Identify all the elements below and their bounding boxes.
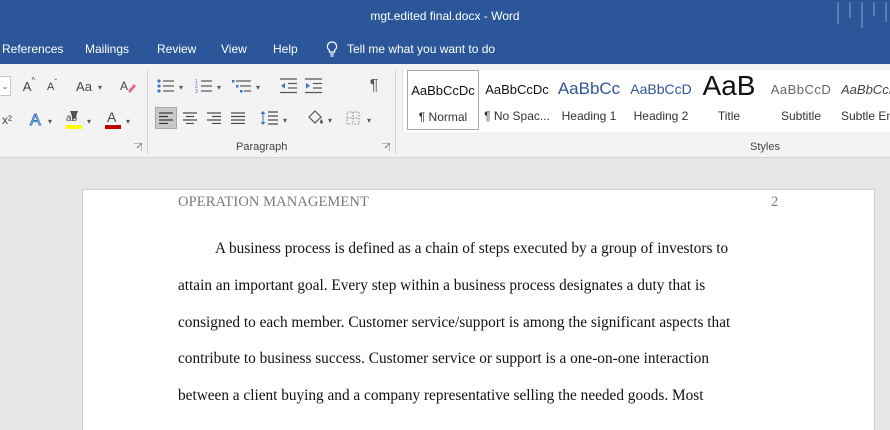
chevron-down-icon[interactable]: ▾: [48, 117, 52, 126]
page-number: 2: [771, 194, 779, 210]
paragraph-group-label: Paragraph: [236, 141, 288, 153]
chevron-down-icon[interactable]: ▾: [98, 83, 102, 92]
shading-icon[interactable]: [305, 108, 325, 128]
align-center-icon[interactable]: [180, 108, 200, 128]
tell-me-text: Tell me what you want to do: [347, 42, 496, 56]
style-title[interactable]: AaB Title: [693, 70, 765, 130]
align-left-icon[interactable]: [155, 107, 177, 129]
change-case-icon[interactable]: Aa: [72, 76, 96, 96]
style-normal[interactable]: AaBbCcDc ¶ Normal: [407, 70, 479, 130]
body-line: between a client buying and a company re…: [178, 387, 704, 404]
style-name: Subtle Em: [841, 109, 890, 123]
body-line: A business process is defined as a chain…: [215, 240, 729, 257]
lightbulb-icon: [326, 41, 338, 57]
chevron-down-icon[interactable]: ▾: [126, 117, 130, 126]
style-subtitle[interactable]: AaBbCcD Subtitle: [765, 70, 837, 130]
title-bar-decoration: [837, 2, 887, 28]
style-subtle-emphasis[interactable]: AaBbCcDc Subtle Em: [839, 70, 890, 130]
style-name: Title: [717, 109, 741, 123]
svg-text:A: A: [30, 112, 41, 128]
document-area: OPERATION MANAGEMENT 2 A business proces…: [0, 158, 890, 430]
style-sample: AaBbCcD: [630, 81, 692, 97]
highlight-icon[interactable]: ab: [64, 108, 84, 130]
line-spacing-icon[interactable]: [259, 108, 279, 128]
ribbon: ⌄ A ^ Aˇ Aa ▾ A x² A ▾ ab ▾ A ▾ ▾ 123 ▾ ▾…: [0, 64, 890, 158]
style-name: ¶ No Spac...: [484, 109, 550, 123]
paragraph-dialog-launcher-icon[interactable]: [382, 143, 390, 151]
svg-text:3: 3: [195, 89, 198, 94]
justify-icon[interactable]: [228, 108, 248, 128]
body-line: consigned to each member. Customer servi…: [178, 314, 731, 331]
tab-help[interactable]: Help: [273, 42, 298, 56]
tab-review[interactable]: Review: [157, 42, 196, 56]
body-line: contribute to business success. Customer…: [178, 350, 710, 367]
style-sample: AaBbCcDc: [841, 82, 890, 97]
ribbon-tabs: References Mailings Review View Help Tel…: [0, 34, 890, 64]
shrink-font-icon[interactable]: Aˇ: [44, 78, 60, 96]
style-name: Heading 2: [633, 109, 689, 123]
grow-font-icon[interactable]: A ^: [20, 76, 38, 96]
tab-view[interactable]: View: [221, 42, 247, 56]
svg-text:A: A: [107, 109, 117, 125]
chevron-down-icon[interactable]: ▾: [328, 116, 332, 125]
tell-me-search[interactable]: Tell me what you want to do: [326, 40, 495, 58]
numbering-icon[interactable]: 123: [195, 76, 213, 96]
chevron-down-icon[interactable]: ▾: [217, 83, 221, 92]
body-line: attain an important goal. Every step wit…: [178, 277, 706, 294]
text-effects-icon[interactable]: A: [28, 108, 46, 130]
group-separator: [395, 70, 396, 154]
style-no-spacing[interactable]: AaBbCcDc ¶ No Spac...: [481, 70, 553, 130]
align-right-icon[interactable]: [204, 108, 224, 128]
style-heading-2[interactable]: AaBbCcD Heading 2: [625, 70, 697, 130]
chevron-down-icon[interactable]: ▾: [367, 116, 371, 125]
styles-group-label: Styles: [750, 141, 780, 153]
style-sample: AaBbCcD: [770, 82, 832, 97]
group-separator: [147, 70, 148, 154]
increase-indent-icon[interactable]: [304, 76, 324, 96]
superscript-icon[interactable]: x²: [0, 110, 14, 130]
style-name: Subtitle: [780, 109, 822, 123]
style-sample: AaBbCcDc: [485, 82, 549, 97]
style-heading-1[interactable]: AaBbCc Heading 1: [553, 70, 625, 130]
style-sample: AaBbCc: [557, 79, 621, 98]
chevron-down-icon[interactable]: ▾: [87, 117, 91, 126]
running-head: OPERATION MANAGEMENT: [178, 194, 369, 210]
chevron-down-icon[interactable]: ▾: [256, 83, 260, 92]
bullets-icon[interactable]: [157, 76, 175, 96]
style-name: ¶ Normal: [418, 110, 468, 124]
font-size-dropdown[interactable]: ⌄: [0, 76, 11, 96]
font-dialog-launcher-icon[interactable]: [134, 143, 142, 151]
chevron-down-icon[interactable]: ▾: [179, 83, 183, 92]
font-color-icon[interactable]: A: [104, 108, 122, 130]
tab-mailings[interactable]: Mailings: [85, 42, 129, 56]
borders-icon[interactable]: [343, 108, 363, 128]
style-sample: AaBbCcDc: [411, 83, 475, 98]
style-name: Heading 1: [561, 109, 617, 123]
style-sample: AaB: [702, 70, 756, 101]
decrease-indent-icon[interactable]: [279, 76, 299, 96]
window-title: mgt.edited final.docx - Word: [370, 9, 520, 23]
title-bar: mgt.edited final.docx - Word: [0, 0, 890, 34]
show-formatting-marks-icon[interactable]: ¶: [365, 76, 383, 96]
multilevel-list-icon[interactable]: [232, 76, 252, 96]
chevron-down-icon[interactable]: ▾: [283, 116, 287, 125]
document-page[interactable]: OPERATION MANAGEMENT 2 A business proces…: [82, 189, 875, 430]
svg-text:ab: ab: [66, 113, 78, 124]
svg-text:A: A: [120, 79, 128, 93]
styles-gallery: AaBbCcDc ¶ Normal AaBbCcDc ¶ No Spac... …: [402, 70, 890, 132]
clear-formatting-icon[interactable]: A: [118, 76, 138, 96]
tab-references[interactable]: References: [2, 42, 63, 56]
